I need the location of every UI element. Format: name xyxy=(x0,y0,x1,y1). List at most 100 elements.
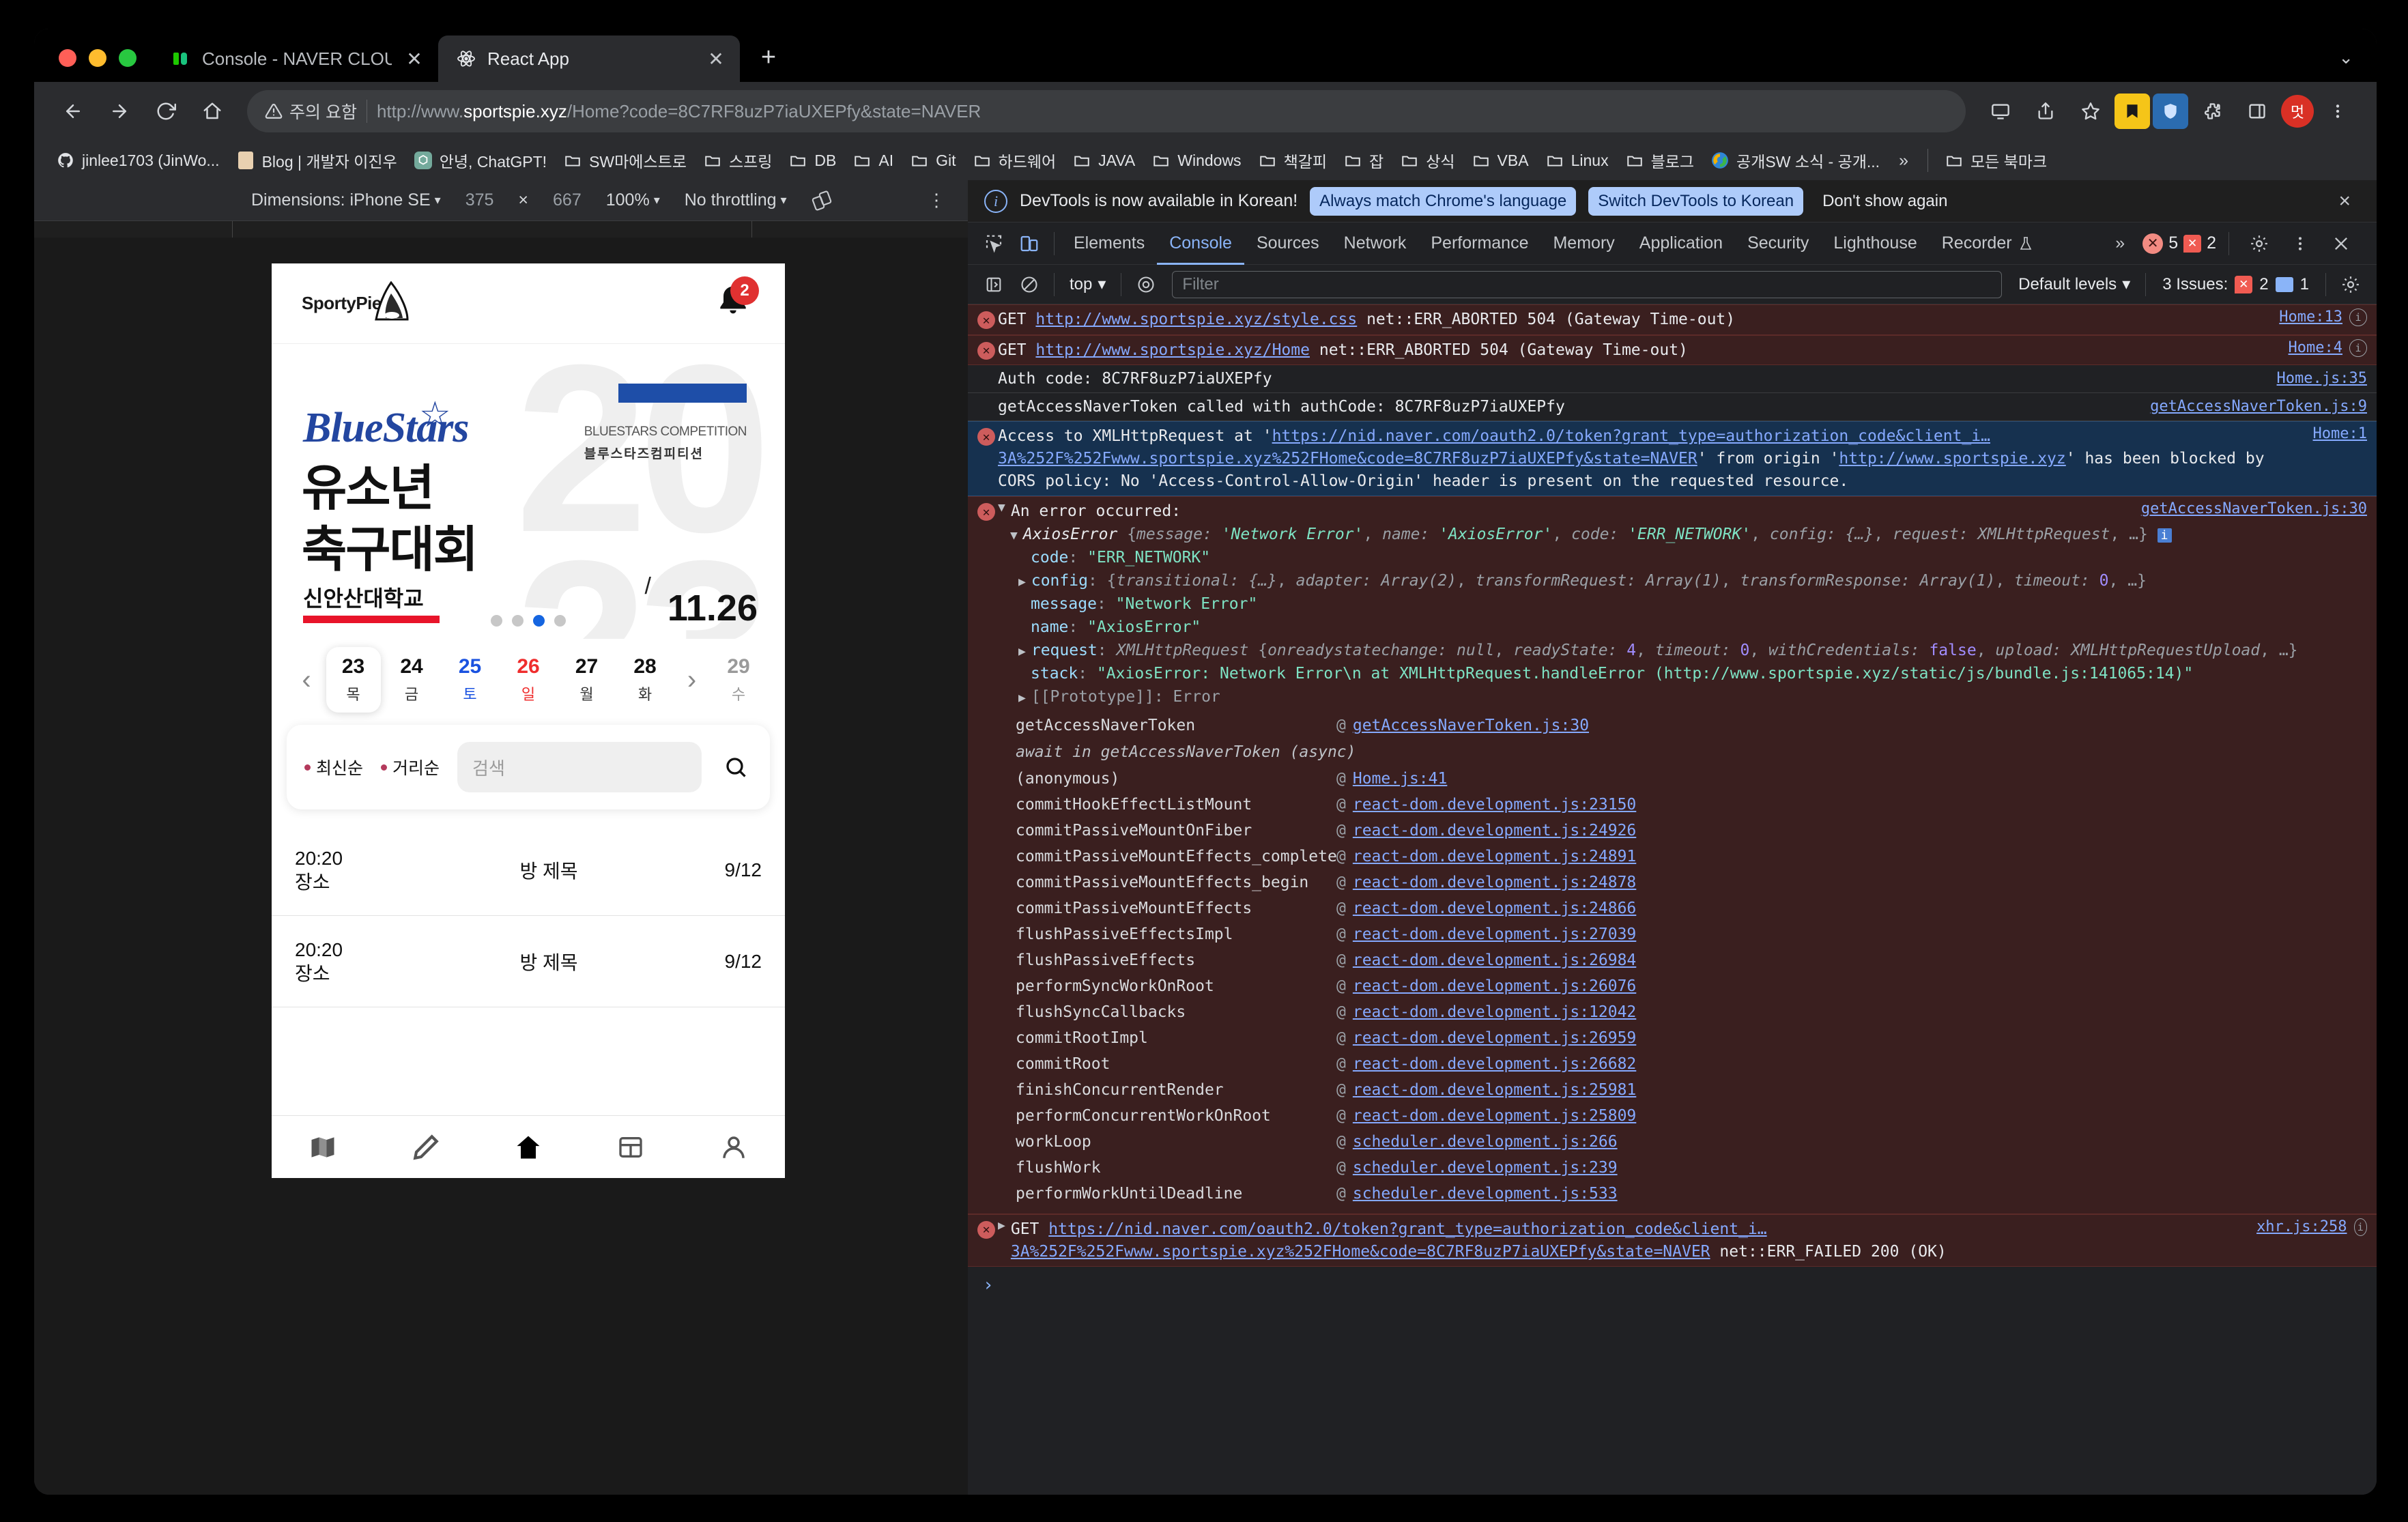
tab-lighthouse[interactable]: Lighthouse xyxy=(1821,222,1929,265)
home-icon[interactable] xyxy=(191,90,233,132)
request-url-link[interactable]: https://nid.naver.com/oauth2.0/token?gra… xyxy=(1011,1220,1767,1261)
expand-arrow-icon[interactable]: ▶ xyxy=(998,1218,1011,1233)
always-match-language-button[interactable]: Always match Chrome's language xyxy=(1310,186,1577,216)
all-bookmarks-button[interactable]: 모든 북마크 xyxy=(1938,145,2054,176)
carousel-dot[interactable] xyxy=(554,615,566,627)
dont-show-again-button[interactable]: Don't show again xyxy=(1816,187,1954,216)
carousel-dot[interactable] xyxy=(491,615,502,627)
map-icon[interactable] xyxy=(272,1132,374,1162)
info-circle-icon[interactable]: i xyxy=(2349,339,2367,357)
date-cell-23[interactable]: 23 목 xyxy=(326,647,381,713)
bookmark-chatgpt[interactable]: 안녕, ChatGPT! xyxy=(407,145,554,176)
tab-elements[interactable]: Elements xyxy=(1061,222,1157,265)
device-dimensions-select[interactable]: Dimensions: iPhone SE ▾ xyxy=(239,190,453,210)
sort-recent-option[interactable]: 최신순 xyxy=(304,755,363,779)
sort-distance-option[interactable]: 거리순 xyxy=(381,755,440,779)
bookmark-folder-bookmark[interactable]: 책갈피 xyxy=(1251,145,1334,176)
bookmark-oss-news[interactable]: 공개SW 소식 - 공개... xyxy=(1704,145,1887,176)
bookmark-folder-git[interactable]: Git xyxy=(903,147,962,174)
close-devtools-icon[interactable] xyxy=(2323,226,2359,261)
bookmark-folder-swmaestro[interactable]: SW마에스트로 xyxy=(556,145,693,176)
close-tab-button[interactable]: ✕ xyxy=(403,47,426,70)
sportypie-logo[interactable]: SportyPie xyxy=(302,281,412,326)
tab-sources[interactable]: Sources xyxy=(1244,222,1332,265)
device-zoom-select[interactable]: 100% ▾ xyxy=(594,190,672,210)
date-cell-24[interactable]: 24 금 xyxy=(384,647,439,713)
bookmark-folder-blog[interactable]: 블로그 xyxy=(1618,145,1701,176)
stack-frame[interactable]: commitPassiveMountEffects @ react-dom.deve… xyxy=(986,895,2367,921)
date-cell-27[interactable]: 27 월 xyxy=(560,647,614,713)
console-message-log[interactable]: getAccessNaverToken called with authCode… xyxy=(968,393,2377,422)
profile-avatar[interactable]: 멋 xyxy=(2281,95,2314,128)
console-message-source[interactable]: getAccessNaverToken.js:30 xyxy=(2127,500,2367,517)
warning-count-chip[interactable]: ✕ 2 xyxy=(2183,233,2216,253)
console-message-source[interactable]: Home:4 xyxy=(2275,339,2342,356)
tab-performance[interactable]: Performance xyxy=(1418,222,1540,265)
search-icon[interactable] xyxy=(719,755,752,779)
extension-badge-icon[interactable] xyxy=(2115,94,2150,129)
stack-frame[interactable]: getAccessNaverToken @ getAccessNaverToken.… xyxy=(986,713,2367,738)
bookmark-blog[interactable]: Blog | 개발자 이진우 xyxy=(229,145,404,176)
date-cell-28[interactable]: 28 화 xyxy=(618,647,672,713)
carousel-dot[interactable] xyxy=(512,615,524,627)
console-filter-input[interactable]: Filter xyxy=(1172,270,2003,298)
console-message-error-object[interactable]: ✕ ▼ An error occurred: getAccessNaverTok… xyxy=(968,496,2377,1214)
stack-frame[interactable]: finishConcurrentRender @ react-dom.develop… xyxy=(986,1077,2367,1103)
tab-application[interactable]: Application xyxy=(1627,222,1735,265)
expand-arrow-icon[interactable]: ▼ xyxy=(1010,528,1023,543)
shield-icon[interactable] xyxy=(2153,94,2188,129)
search-input[interactable]: 검색 xyxy=(457,742,702,792)
bookmark-folder-ai[interactable]: AI xyxy=(846,147,900,174)
toggle-device-toolbar-icon[interactable] xyxy=(1012,226,1047,261)
tabstrip-menu-button[interactable]: ⌄ xyxy=(2338,47,2377,82)
bookmark-folder-spring[interactable]: 스프링 xyxy=(696,145,779,176)
address-bar[interactable]: 주의 요함 http://www.sportspie.xyz/Home?code… xyxy=(247,90,1966,132)
console-settings-gear-icon[interactable] xyxy=(2333,267,2368,302)
kebab-menu-icon[interactable] xyxy=(2317,90,2359,132)
minimize-window-button[interactable] xyxy=(89,49,106,67)
tab-console[interactable]: Console xyxy=(1157,222,1244,265)
stack-frame[interactable]: commitRoot @ react-dom.development.js:2668… xyxy=(986,1051,2367,1077)
bookmark-folder-hardware[interactable]: 하드웨어 xyxy=(966,145,1063,176)
stack-frame[interactable]: performConcurrentWorkOnRoot @ react-dom.de… xyxy=(986,1103,2367,1129)
console-prompt[interactable]: › xyxy=(968,1267,2377,1295)
stack-frame[interactable]: flushPassiveEffectsImpl @ react-dom.develo… xyxy=(986,921,2367,947)
star-icon[interactable] xyxy=(2069,90,2112,132)
close-icon[interactable]: × xyxy=(2338,190,2360,213)
date-cell-29[interactable]: 29 수 xyxy=(711,647,766,713)
date-cell-25[interactable]: 25 토 xyxy=(443,647,498,713)
person-icon[interactable] xyxy=(683,1133,785,1162)
live-expression-eye-icon[interactable] xyxy=(1128,267,1164,302)
console-message-error[interactable]: ✕ GET http://www.sportspie.xyz/Home net:… xyxy=(968,334,2377,366)
console-message-source[interactable]: getAccessNaverToken.js:9 xyxy=(2136,398,2367,416)
bookmark-folder-java[interactable]: JAVA xyxy=(1065,147,1142,174)
console-message-error[interactable]: ✕ GET http://www.sportspie.xyz/style.css… xyxy=(968,304,2377,335)
log-levels-select[interactable]: Default levels ▾ xyxy=(2010,274,2138,294)
bookmark-folder-linux[interactable]: Linux xyxy=(1538,147,1616,174)
notification-bell-button[interactable]: 2 xyxy=(714,276,759,324)
stack-frame[interactable]: commitPassiveMountEffects_begin @ react-do… xyxy=(986,870,2367,895)
device-height-input[interactable]: 667 xyxy=(541,190,594,210)
more-panels-button[interactable]: » xyxy=(2103,222,2137,265)
expand-arrow-icon[interactable]: ▶ xyxy=(1018,691,1031,705)
date-cell-26[interactable]: 26 일 xyxy=(501,647,556,713)
back-icon[interactable] xyxy=(52,90,94,132)
share-icon[interactable] xyxy=(2024,90,2067,132)
console-message-source[interactable]: Home:1 xyxy=(2299,425,2367,442)
new-tab-button[interactable]: + xyxy=(749,38,788,76)
issues-summary[interactable]: 3 Issues: ✕ 2 1 xyxy=(2153,275,2319,294)
bookmark-folder-vba[interactable]: VBA xyxy=(1465,147,1536,174)
promo-banner[interactable]: 2023 BLUESTARS COMPETITION 블루스타즈컴피티션 ☆ B… xyxy=(272,344,785,639)
stack-frame[interactable]: flushSyncCallbacks @ react-dom.development… xyxy=(986,999,2367,1025)
console-message-error[interactable]: ✕ ▶ GET https://nid.naver.com/oauth2.0/t… xyxy=(968,1214,2377,1267)
device-width-input[interactable]: 375 xyxy=(453,190,506,210)
home-icon[interactable] xyxy=(477,1132,579,1162)
stack-frame[interactable]: flushWork @ scheduler.development.js:239 xyxy=(986,1155,2367,1181)
clear-console-icon[interactable] xyxy=(1012,267,1047,302)
sidepanel-icon[interactable] xyxy=(2236,90,2278,132)
close-window-button[interactable] xyxy=(59,49,76,67)
carousel-dot-active[interactable] xyxy=(533,615,545,627)
grid-icon[interactable] xyxy=(579,1134,682,1161)
request-url-link[interactable]: http://www.sportspie.xyz/Home xyxy=(1035,341,1310,359)
not-secure-warning[interactable]: 주의 요함 xyxy=(265,99,357,124)
